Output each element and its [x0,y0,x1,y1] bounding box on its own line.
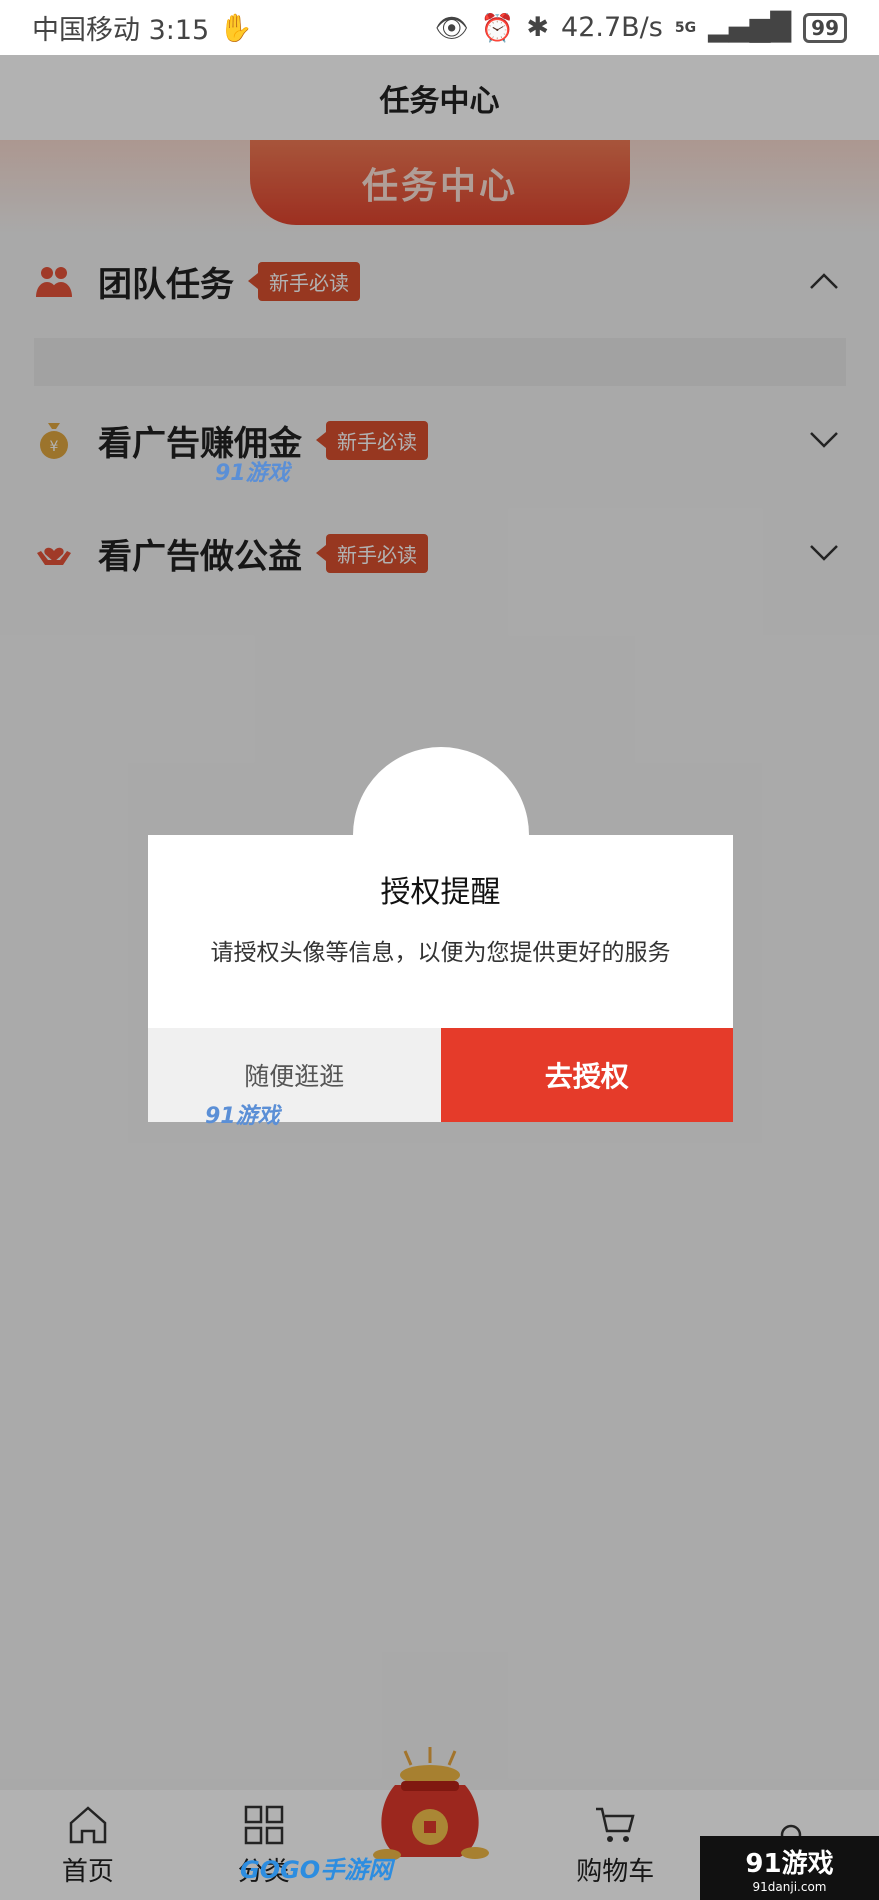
watermark-91-logo: 91游戏 [205,1104,280,1129]
carrier-time: 中国移动 3:15 [32,15,210,46]
watermark-91-logo: 91游戏 [215,461,290,486]
battery-indicator: 99 [803,12,847,43]
watermark-91-text: 91游戏 [745,1848,834,1879]
watermark-91-site: 91danji.com [752,1879,827,1894]
bluetooth-icon: ✱ [526,12,550,43]
status-bar: 中国移动 3:15 ✋ 👁 ⏰ ✱ 42.7B/s 5G ▂▄▆█ 99 [0,0,879,55]
eye-icon: 👁 [434,12,469,44]
alarm-icon: ⏰ [480,12,515,44]
auth-dialog: 授权提醒 请授权头像等信息，以便为您提供更好的服务 随便逛逛 去授权 [148,835,733,1122]
dialog-message: 请授权头像等信息，以便为您提供更好的服务 [210,940,671,966]
authorize-button[interactable]: 去授权 [440,1028,733,1122]
browse-button[interactable]: 随便逛逛 [148,1028,441,1122]
hand-icon: ✋ [219,12,253,44]
network-type: 5G [674,19,697,36]
signal-icon: ▂▄▆█ [708,12,792,43]
watermark-91-corner: 91游戏 91danji.com [700,1836,879,1900]
dialog-title: 授权提醒 [380,875,501,910]
watermark-gogo: GOGO手游网 [240,1856,393,1884]
net-speed: 42.7B/s [561,12,663,43]
